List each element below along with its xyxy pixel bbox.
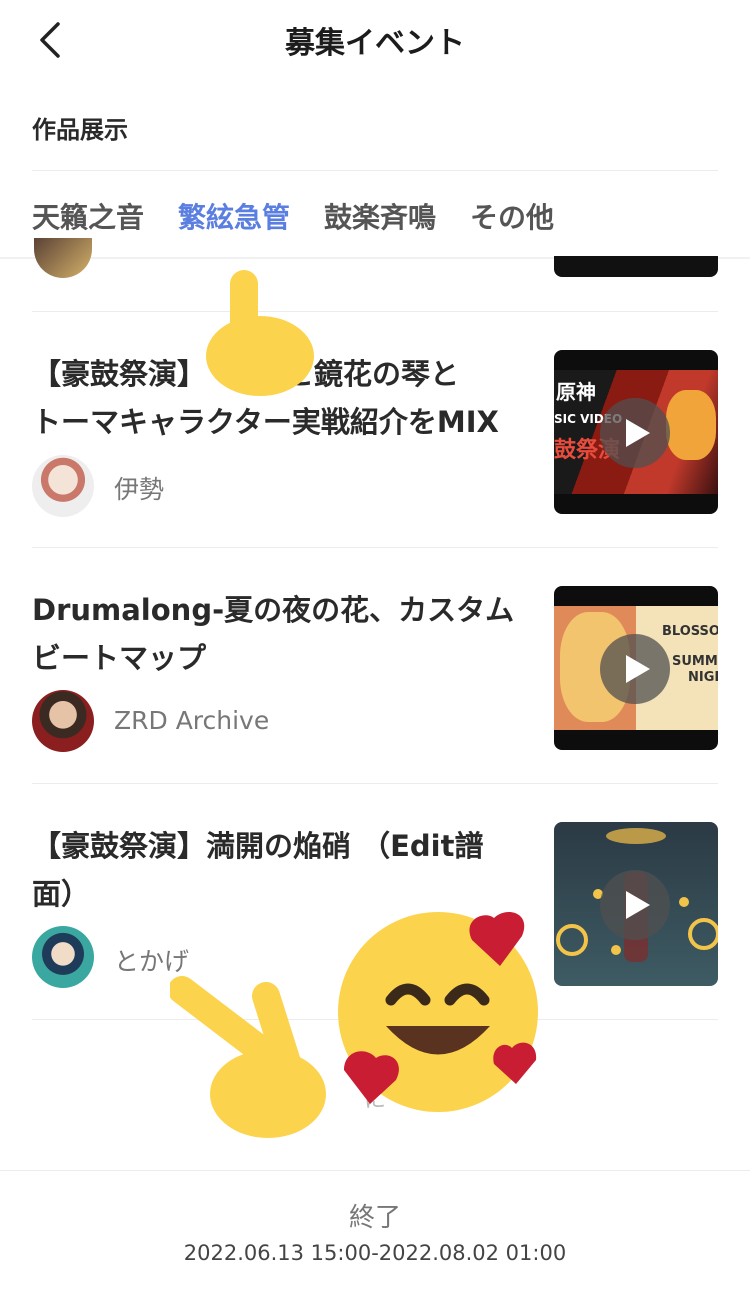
post-title-line: ビートマップ: [32, 641, 207, 675]
post-title-line: 【豪鼓祭演】満開の焔硝 （Edit譜: [32, 829, 484, 863]
video-thumbnail[interactable]: [554, 822, 718, 986]
divider: [32, 311, 718, 312]
video-thumbnail[interactable]: 原神 SIC VIDEO 鼓祭演: [554, 350, 718, 514]
tab-koraku[interactable]: 鼓楽斉鳴: [324, 196, 436, 236]
play-icon: [626, 419, 650, 447]
divider: [32, 547, 718, 548]
thumbnail-text: 原神: [556, 380, 596, 404]
play-button[interactable]: [600, 634, 670, 704]
author-name[interactable]: 伊勢: [114, 470, 164, 506]
event-status: 終了: [348, 1203, 401, 1233]
video-thumbnail[interactable]: [554, 256, 718, 277]
tab-tenrai[interactable]: 天籟之音: [32, 196, 144, 236]
play-button[interactable]: [600, 398, 670, 468]
avatar[interactable]: [32, 455, 94, 517]
victory-hand-icon: [170, 976, 326, 1138]
divider: [32, 170, 718, 171]
thumbnail-text: SUMME: [672, 654, 718, 669]
event-dates: 2022.06.13 15:00-2022.08.02 01:00: [183, 1241, 567, 1265]
page-title: 募集イベント: [285, 26, 465, 61]
character-art: [666, 390, 716, 460]
event-footer: 終了 2022.06.13 15:00-2022.08.02 01:00: [0, 1170, 750, 1290]
post-title[interactable]: 【豪鼓祭演】満開の焔硝 （Edit譜 面）: [32, 822, 522, 918]
section-heading: 作品展示: [32, 116, 128, 144]
avatar[interactable]: [32, 690, 94, 752]
play-icon: [626, 891, 650, 919]
smiling-face-with-hearts-icon: [338, 912, 538, 1112]
post-title[interactable]: Drumalong-夏の夜の花、カスタム ビートマップ: [32, 586, 522, 682]
top-bar: 募集イベント: [0, 0, 750, 80]
tab-other[interactable]: その他: [470, 196, 554, 236]
list-item[interactable]: 【豪鼓祭演】 面と鏡花の琴と トーマキャラクター実戦紹介をMIX 伊勢 原神 SI…: [32, 350, 718, 550]
play-icon: [626, 655, 650, 683]
thumbnail-text: NIGH: [688, 670, 718, 685]
avatar[interactable]: [32, 926, 94, 988]
play-button[interactable]: [600, 870, 670, 940]
avatar[interactable]: [34, 238, 92, 278]
author-name[interactable]: ZRD Archive: [114, 706, 269, 735]
post-title-line: Drumalong-夏の夜の花、カスタム: [32, 593, 515, 627]
post-title-line: トーマキャラクター実戦紹介をMIX: [32, 405, 499, 439]
pointing-hand-icon: [206, 270, 314, 396]
thumbnail-text: BLOSSO: [662, 624, 718, 639]
post-title-line: 【豪鼓祭演】: [32, 357, 207, 391]
list-item[interactable]: Drumalong-夏の夜の花、カスタム ビートマップ ZRD Archive …: [32, 586, 718, 786]
tab-hangen[interactable]: 繁絃急管: [178, 196, 290, 236]
category-tabs: 天籟之音 繁絃急管 鼓楽斉鳴 その他: [32, 196, 588, 236]
post-title-line: 面）: [32, 877, 91, 911]
video-thumbnail[interactable]: BLOSSO SUMME NIGH: [554, 586, 718, 750]
author-name[interactable]: とかげ: [114, 942, 189, 978]
divider: [32, 783, 718, 784]
